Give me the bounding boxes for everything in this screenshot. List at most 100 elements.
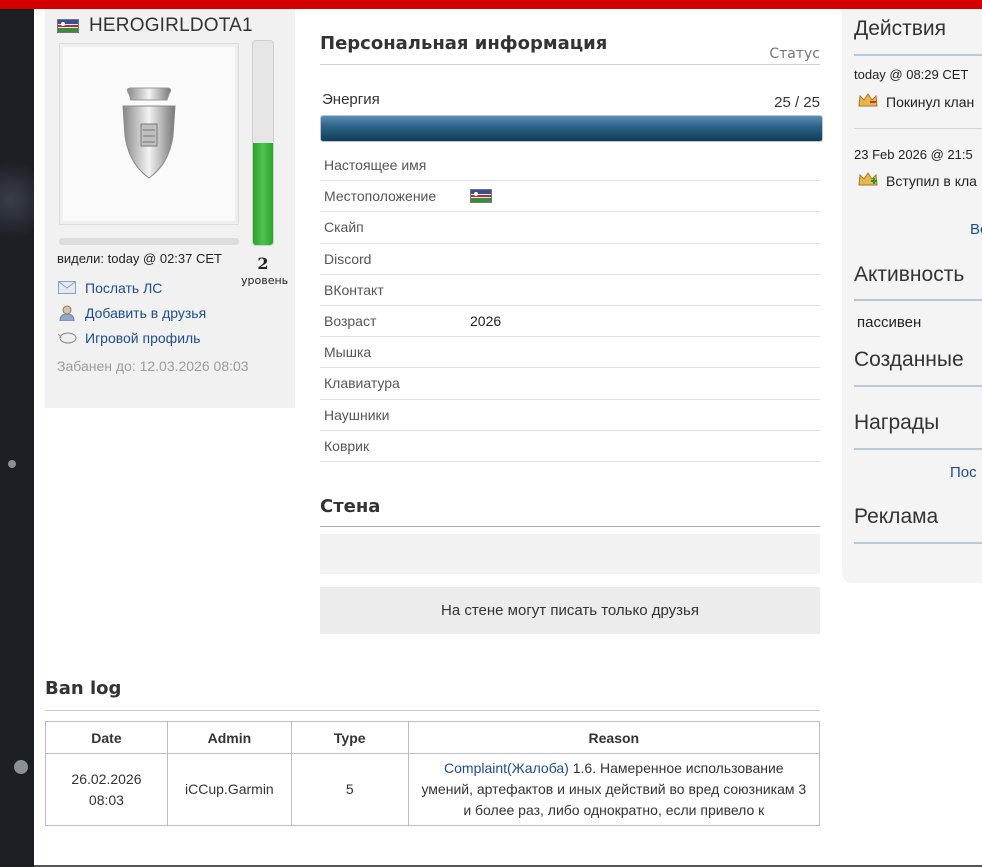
info-key: Возраст — [324, 313, 377, 330]
actions-title: Действия — [854, 17, 947, 40]
info-row: Скайп — [320, 212, 820, 244]
last-seen: видели: today @ 02:37 CET — [57, 251, 222, 266]
event-time: today @ 08:29 CET — [854, 67, 969, 82]
info-key: Настоящее имя — [324, 157, 427, 174]
info-key: Клавиатура — [324, 375, 400, 392]
personal-info-title: Персональная информация — [320, 33, 608, 54]
event-time: 23 Feb 2026 @ 21:5 — [854, 147, 973, 162]
background-left-panel — [0, 0, 34, 867]
event-text: Покинул клан — [886, 93, 975, 110]
divider — [854, 385, 982, 387]
awards-link[interactable]: Пос — [950, 464, 977, 481]
level-number: 2 — [257, 254, 269, 273]
column-header-date: Date — [45, 721, 168, 754]
column-header-type: Type — [290, 721, 409, 754]
ads-title: Реклама — [854, 505, 939, 528]
activity-value: пассивен — [857, 314, 922, 331]
activity-title: Активность — [854, 263, 965, 286]
user-add-icon — [57, 305, 77, 321]
ban-reason: Complaint(Жалоба) 1.6. Намеренное исполь… — [407, 753, 821, 826]
show-all-link[interactable]: Вс — [970, 221, 982, 238]
info-row: ВКонтакт — [320, 275, 820, 306]
divider — [854, 542, 982, 544]
add-friend-label: Добавить в друзья — [85, 304, 207, 321]
awards-title: Награды — [854, 411, 940, 434]
ban-log-table: Date Admin Type Reason 26.02.2026 08:03 … — [45, 721, 821, 826]
crown-icon — [858, 92, 878, 111]
wall-posts-area — [320, 534, 820, 574]
trophy-icon — [122, 87, 176, 179]
background-decoration — [8, 460, 16, 468]
info-table: Настоящее имя Местоположение Скайп Discord В… — [320, 150, 820, 462]
column-header-reason: Reason — [407, 721, 821, 754]
game-profile-label: Игровой профиль — [85, 329, 201, 346]
info-row: Возраст 2026 — [320, 306, 820, 338]
divider — [45, 710, 820, 711]
profile-header: HEROGIRLDOTA1 — [57, 15, 253, 37]
divider — [320, 64, 820, 65]
divider — [854, 54, 982, 56]
profile-page: HEROGIRLDOTA1 2 уровень видели: today @ … — [34, 9, 982, 865]
ban-admin: iCCup.Garmin — [166, 753, 292, 826]
ban-date-day: 26.02.2026 — [71, 770, 142, 787]
country-flag-icon — [57, 19, 79, 33]
table-header-row: Date Admin Type Reason — [45, 721, 821, 754]
ban-log-title: Ban log — [45, 678, 122, 699]
info-row: Настоящее имя — [320, 150, 820, 182]
level-label: уровень — [241, 274, 289, 287]
divider — [320, 526, 820, 527]
info-key: Discord — [324, 250, 372, 267]
energy-value: 25 / 25 — [774, 94, 820, 111]
send-pm-link[interactable]: Послать ЛС — [57, 275, 206, 300]
column-header-admin: Admin — [166, 721, 292, 754]
info-row: Discord — [320, 244, 820, 275]
info-key: Мышка — [324, 344, 372, 361]
background-decoration — [14, 760, 28, 774]
wall-title: Стена — [320, 496, 381, 517]
divider — [854, 299, 982, 301]
ban-date: 26.02.2026 08:03 — [45, 753, 168, 826]
info-row: Наушники — [320, 400, 820, 431]
status-label: Статус — [769, 46, 820, 62]
table-row: 26.02.2026 08:03 iCCup.Garmin 5 Complain… — [45, 753, 821, 826]
profile-card: HEROGIRLDOTA1 2 уровень видели: today @ … — [45, 9, 295, 408]
info-key: Коврик — [324, 437, 370, 454]
info-key: Скайп — [324, 219, 364, 236]
event-item: Покинул клан — [858, 92, 974, 111]
divider — [854, 448, 982, 450]
game-profile-link[interactable]: Игровой профиль — [57, 325, 206, 350]
energy-bar-fill — [321, 116, 822, 141]
envelope-icon — [57, 280, 77, 296]
add-friend-link[interactable]: Добавить в друзья — [57, 300, 206, 325]
avatar — [59, 43, 239, 225]
profile-nickname: HEROGIRLDOTA1 — [89, 15, 253, 36]
top-accent-bar — [0, 0, 982, 9]
location-flag-icon — [470, 189, 492, 204]
info-row: Коврик — [320, 431, 820, 462]
created-title: Созданные — [854, 348, 964, 371]
level-progress-fill — [253, 143, 273, 245]
info-key: Местоположение — [324, 188, 437, 205]
send-pm-label: Послать ЛС — [85, 279, 163, 296]
level-progress-bar — [252, 40, 274, 246]
info-row: Местоположение — [320, 181, 820, 213]
right-sidebar: Действия today @ 08:29 CET Покинул клан … — [842, 9, 982, 583]
info-row: Мышка — [320, 337, 820, 369]
crown-icon — [858, 171, 878, 190]
event-text: Вступил в кла — [886, 172, 977, 189]
divider — [854, 128, 982, 129]
experience-bar — [59, 238, 239, 245]
info-value: 2026 — [470, 313, 502, 330]
energy-label: Энергия — [322, 91, 380, 108]
ban-date-time: 08:03 — [88, 791, 124, 808]
energy-bar — [320, 115, 823, 142]
profile-actions: Послать ЛС Добавить в друзья Игровой про… — [57, 275, 206, 350]
info-key: ВКонтакт — [324, 281, 384, 298]
ban-type: 5 — [290, 753, 409, 826]
wall-note: На стене могут писать только друзья — [320, 587, 820, 634]
mouse-icon — [57, 330, 77, 346]
info-row: Клавиатура — [320, 368, 820, 400]
info-key: Наушники — [324, 406, 390, 423]
event-item: Вступил в кла — [858, 171, 977, 190]
complaint-link[interactable]: Complaint(Жалоба) — [444, 760, 569, 776]
